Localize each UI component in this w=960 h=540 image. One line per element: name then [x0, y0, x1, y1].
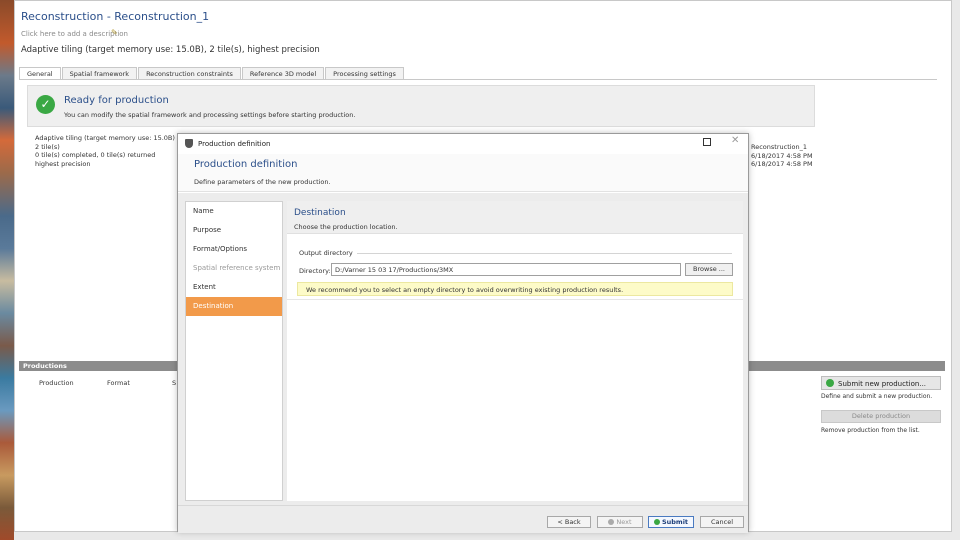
- tab-bar: General Spatial framework Reconstruction…: [19, 67, 405, 79]
- reconstruction-info: Reconstruction_1 6/18/2017 4:58 PM 6/18/…: [751, 143, 871, 169]
- tiling-info: Adaptive tiling (target memory use: 15.0…: [35, 134, 195, 168]
- ready-subtitle: You can modify the spatial framework and…: [64, 111, 356, 119]
- submit-new-production-button[interactable]: Submit new production...: [821, 376, 941, 390]
- info-line: 0 tile(s) completed, 0 tile(s) returned: [35, 151, 156, 159]
- submit-label: Submit: [661, 518, 689, 526]
- delete-description: Remove production from the list.: [821, 427, 920, 434]
- hint-divider: [287, 299, 743, 300]
- info-line: highest precision: [35, 159, 91, 168]
- production-definition-dialog: Production definition ✕ Production defin…: [177, 133, 749, 533]
- tab-general[interactable]: General: [19, 67, 61, 79]
- step-purpose[interactable]: Purpose: [186, 221, 282, 240]
- directory-label: Directory:: [299, 267, 331, 275]
- step-spatial-reference-system[interactable]: Spatial reference system: [186, 259, 282, 278]
- submit-new-description: Define and submit a new production.: [821, 393, 933, 400]
- maximize-icon[interactable]: [703, 138, 711, 146]
- info-line: 6/18/2017 4:58 PM: [751, 160, 813, 168]
- destination-header: Destination Choose the production locati…: [287, 201, 743, 234]
- submit-icon: [826, 379, 834, 387]
- column-header-format[interactable]: Format: [107, 379, 130, 387]
- column-header-production[interactable]: Production: [39, 379, 74, 387]
- settings-summary: Adaptive tiling (target memory use: 15.0…: [21, 45, 320, 55]
- back-button[interactable]: < Back: [547, 516, 591, 528]
- group-divider: [357, 253, 732, 254]
- dialog-header: Production definition Define parameters …: [178, 154, 748, 192]
- directory-input[interactable]: D:/Varner 15 03 17/Productions/3MX: [331, 263, 681, 276]
- next-label: Next: [616, 518, 632, 526]
- tab-spatial-framework[interactable]: Spatial framework: [61, 67, 138, 79]
- dialog-header-subtitle: Define parameters of the new production.: [194, 178, 331, 186]
- destination-title: Destination: [294, 208, 346, 218]
- step-name[interactable]: Name: [186, 202, 282, 221]
- step-format-options[interactable]: Format/Options: [186, 240, 282, 259]
- dialog-header-title: Production definition: [194, 159, 298, 170]
- ready-panel: ✓ Ready for production You can modify th…: [27, 85, 815, 127]
- output-directory-group-label: Output directory: [299, 249, 353, 257]
- step-extent[interactable]: Extent: [186, 278, 282, 297]
- tab-reconstruction-constraints[interactable]: Reconstruction constraints: [138, 67, 241, 79]
- submit-icon: [653, 519, 660, 525]
- tab-processing-settings[interactable]: Processing settings: [325, 67, 404, 79]
- dialog-footer: < Back Next Submit Cancel: [178, 505, 748, 533]
- step-destination[interactable]: Destination: [186, 297, 282, 316]
- cancel-button[interactable]: Cancel: [700, 516, 744, 528]
- close-icon[interactable]: ✕: [731, 135, 739, 146]
- submit-button[interactable]: Submit: [648, 516, 694, 528]
- tab-reference-3d-model[interactable]: Reference 3D model: [241, 67, 325, 79]
- delete-production-button[interactable]: Delete production: [821, 410, 941, 423]
- column-header-status[interactable]: S: [172, 379, 176, 387]
- tab-divider: [19, 79, 937, 80]
- info-line: Reconstruction_1: [751, 143, 808, 151]
- destination-panel: Destination Choose the production locati…: [287, 201, 743, 501]
- browse-button[interactable]: Browse ...: [685, 263, 733, 276]
- recommendation-hint: We recommend you to select an empty dire…: [297, 282, 733, 296]
- dialog-body: Name Purpose Format/Options Spatial refe…: [178, 193, 748, 505]
- edit-pencil-icon[interactable]: ✎: [111, 28, 118, 37]
- ready-title: Ready for production: [64, 95, 169, 106]
- next-button[interactable]: Next: [597, 516, 643, 528]
- background-photo-strip: [0, 0, 14, 540]
- submit-new-label: Submit new production...: [838, 380, 927, 388]
- checkmark-icon: ✓: [36, 95, 55, 114]
- next-icon: [608, 519, 615, 525]
- wizard-steps: Name Purpose Format/Options Spatial refe…: [185, 201, 283, 501]
- dialog-titlebar[interactable]: Production definition ✕: [178, 134, 748, 154]
- info-line: 2 tile(s): [35, 142, 60, 151]
- dialog-title: Production definition: [198, 140, 271, 148]
- info-line: Adaptive tiling (target memory use: 15.0…: [35, 134, 175, 142]
- window-title: Reconstruction - Reconstruction_1: [21, 10, 210, 23]
- info-line: 6/18/2017 4:58 PM: [751, 151, 813, 160]
- app-shield-icon: [185, 139, 193, 148]
- page: Reconstruction - Reconstruction_1 Click …: [0, 0, 960, 540]
- destination-subtitle: Choose the production location.: [294, 223, 398, 231]
